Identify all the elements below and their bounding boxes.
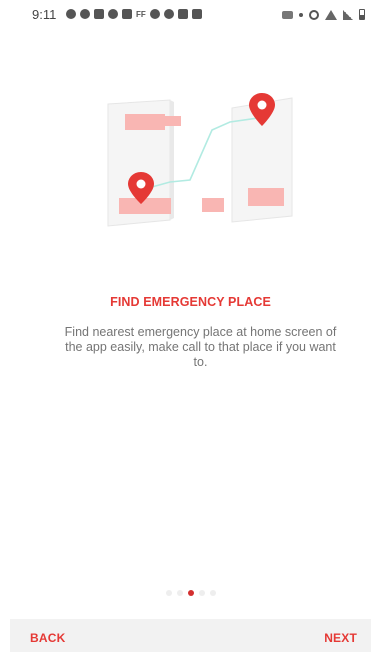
map-illustration (107, 93, 293, 227)
next-button[interactable]: NEXT (324, 631, 357, 645)
page-dot (198, 590, 205, 596)
key-icon (191, 9, 202, 19)
onboarding-description: Find nearest emergency place at home scr… (64, 325, 337, 369)
system-icons (282, 9, 365, 20)
phone-icon (177, 9, 188, 19)
page-indicator (0, 590, 381, 596)
map-block (202, 198, 224, 212)
map-block (119, 198, 171, 214)
messenger-icon (80, 9, 90, 19)
book-icon (94, 9, 104, 19)
notification-icons: FF (66, 9, 202, 19)
bottom-navigation-bar: BACK NEXT (10, 619, 371, 652)
signal-icon (343, 9, 353, 20)
alarm-icon (309, 9, 319, 20)
onboarding-screen: 9:11 FF FIND EMERGENCY PLACE Find neares… (0, 0, 381, 652)
wifi-icon (325, 9, 337, 20)
ff-icon: FF (136, 9, 146, 19)
map-block (125, 114, 165, 130)
status-time: 9:11 (32, 7, 57, 22)
facebook-icon (108, 9, 118, 19)
whatsapp-icon (66, 9, 76, 19)
dot-icon (299, 12, 303, 17)
battery-icon (359, 9, 365, 20)
status-bar: 9:11 FF (0, 0, 381, 30)
image-icon (122, 9, 132, 19)
back-button[interactable]: BACK (30, 631, 65, 645)
page-dot (209, 590, 216, 596)
page-dot (165, 590, 172, 596)
map-block (248, 188, 284, 206)
onboarding-title: FIND EMERGENCY PLACE (110, 295, 271, 309)
camera-icon (282, 10, 293, 19)
messenger-icon (163, 9, 174, 19)
map-block (163, 116, 181, 126)
settings-icon (149, 9, 160, 19)
page-dot-active (187, 590, 194, 596)
page-dot (176, 590, 183, 596)
